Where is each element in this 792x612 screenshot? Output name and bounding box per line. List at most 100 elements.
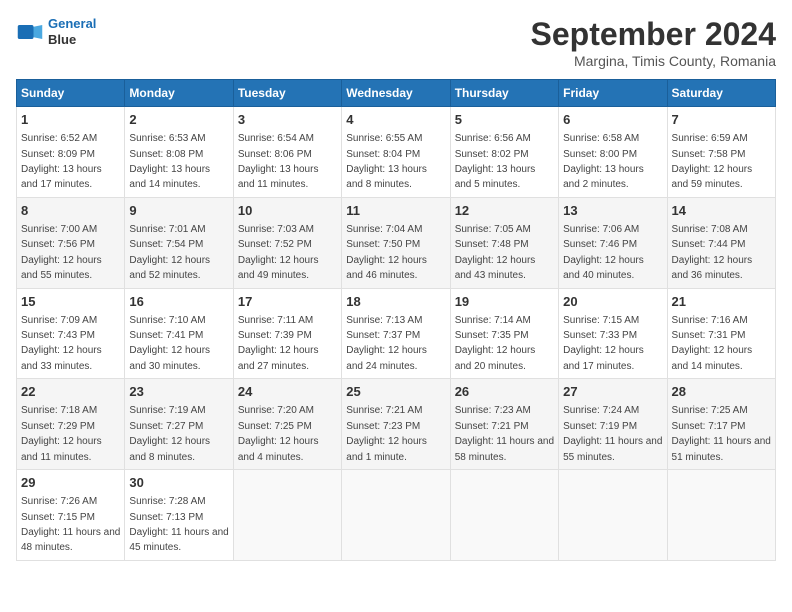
col-header-monday: Monday	[125, 80, 233, 107]
day-cell: 17 Sunrise: 7:11 AM Sunset: 7:39 PM Dayli…	[233, 288, 341, 379]
day-cell: 18 Sunrise: 7:13 AM Sunset: 7:37 PM Dayli…	[342, 288, 450, 379]
day-info: Sunrise: 7:25 AM Sunset: 7:17 PM Dayligh…	[672, 405, 771, 462]
day-info: Sunrise: 7:20 AM Sunset: 7:25 PM Dayligh…	[238, 405, 319, 462]
day-number: 22	[21, 383, 120, 401]
day-info: Sunrise: 7:18 AM Sunset: 7:29 PM Dayligh…	[21, 405, 102, 462]
day-info: Sunrise: 7:10 AM Sunset: 7:41 PM Dayligh…	[129, 315, 210, 372]
day-cell: 25 Sunrise: 7:21 AM Sunset: 7:23 PM Dayli…	[342, 379, 450, 470]
day-cell: 15Sunrise: 7:09 AM Sunset: 7:43 PM Dayli…	[17, 288, 125, 379]
page-header: General Blue September 2024 Margina, Tim…	[16, 16, 776, 69]
day-number: 27	[563, 383, 662, 401]
day-number: 14	[672, 202, 771, 220]
day-cell: 16 Sunrise: 7:10 AM Sunset: 7:41 PM Dayli…	[125, 288, 233, 379]
day-info: Sunrise: 7:04 AM Sunset: 7:50 PM Dayligh…	[346, 224, 427, 281]
day-number: 29	[21, 474, 120, 492]
day-cell: 28 Sunrise: 7:25 AM Sunset: 7:17 PM Dayli…	[667, 379, 775, 470]
day-number: 20	[563, 293, 662, 311]
day-cell: 20Sunrise: 7:15 AM Sunset: 7:33 PM Dayli…	[559, 288, 667, 379]
logo-icon	[16, 18, 44, 46]
week-row-1: 1 Sunrise: 6:52 AM Sunset: 8:09 PM Daylig…	[17, 107, 776, 198]
day-number: 3	[238, 111, 337, 129]
day-cell: 19 Sunrise: 7:14 AM Sunset: 7:35 PM Dayli…	[450, 288, 558, 379]
day-number: 12	[455, 202, 554, 220]
day-number: 19	[455, 293, 554, 311]
day-cell: 9Sunrise: 7:01 AM Sunset: 7:54 PM Daylig…	[125, 197, 233, 288]
day-info: Sunrise: 7:09 AM Sunset: 7:43 PM Dayligh…	[21, 315, 102, 372]
day-info: Sunrise: 7:01 AM Sunset: 7:54 PM Dayligh…	[129, 224, 210, 281]
day-cell: 21Sunrise: 7:16 AM Sunset: 7:31 PM Dayli…	[667, 288, 775, 379]
day-info: Sunrise: 7:19 AM Sunset: 7:27 PM Dayligh…	[129, 405, 210, 462]
day-info: Sunrise: 7:28 AM Sunset: 7:13 PM Dayligh…	[129, 496, 228, 553]
week-row-3: 15Sunrise: 7:09 AM Sunset: 7:43 PM Dayli…	[17, 288, 776, 379]
day-info: Sunrise: 7:24 AM Sunset: 7:19 PM Dayligh…	[563, 405, 662, 462]
day-cell: 1 Sunrise: 6:52 AM Sunset: 8:09 PM Daylig…	[17, 107, 125, 198]
logo-text: General Blue	[48, 16, 96, 47]
col-header-saturday: Saturday	[667, 80, 775, 107]
day-info: Sunrise: 7:03 AM Sunset: 7:52 PM Dayligh…	[238, 224, 319, 281]
week-row-5: 29 Sunrise: 7:26 AM Sunset: 7:15 PM Dayli…	[17, 470, 776, 561]
day-number: 1	[21, 111, 120, 129]
day-info: Sunrise: 7:14 AM Sunset: 7:35 PM Dayligh…	[455, 315, 536, 372]
subtitle: Margina, Timis County, Romania	[531, 53, 776, 69]
day-info: Sunrise: 7:23 AM Sunset: 7:21 PM Dayligh…	[455, 405, 554, 462]
day-number: 2	[129, 111, 228, 129]
day-number: 17	[238, 293, 337, 311]
day-cell: 29 Sunrise: 7:26 AM Sunset: 7:15 PM Dayli…	[17, 470, 125, 561]
day-info: Sunrise: 6:58 AM Sunset: 8:00 PM Dayligh…	[563, 133, 644, 190]
day-cell: 3 Sunrise: 6:54 AM Sunset: 8:06 PM Daylig…	[233, 107, 341, 198]
header-row: SundayMondayTuesdayWednesdayThursdayFrid…	[17, 80, 776, 107]
day-number: 16	[129, 293, 228, 311]
day-number: 11	[346, 202, 445, 220]
day-number: 18	[346, 293, 445, 311]
day-cell: 30 Sunrise: 7:28 AM Sunset: 7:13 PM Dayli…	[125, 470, 233, 561]
day-info: Sunrise: 7:06 AM Sunset: 7:46 PM Dayligh…	[563, 224, 644, 281]
day-number: 30	[129, 474, 228, 492]
logo: General Blue	[16, 16, 96, 47]
title-block: September 2024 Margina, Timis County, Ro…	[531, 16, 776, 69]
day-info: Sunrise: 6:53 AM Sunset: 8:08 PM Dayligh…	[129, 133, 210, 190]
day-cell: 7 Sunrise: 6:59 AM Sunset: 7:58 PM Daylig…	[667, 107, 775, 198]
col-header-wednesday: Wednesday	[342, 80, 450, 107]
day-cell: 10 Sunrise: 7:03 AM Sunset: 7:52 PM Dayli…	[233, 197, 341, 288]
week-row-2: 8Sunrise: 7:00 AM Sunset: 7:56 PM Daylig…	[17, 197, 776, 288]
day-info: Sunrise: 7:00 AM Sunset: 7:56 PM Dayligh…	[21, 224, 102, 281]
day-number: 6	[563, 111, 662, 129]
day-number: 28	[672, 383, 771, 401]
day-info: Sunrise: 7:13 AM Sunset: 7:37 PM Dayligh…	[346, 315, 427, 372]
day-cell: 11 Sunrise: 7:04 AM Sunset: 7:50 PM Dayli…	[342, 197, 450, 288]
day-cell: 22 Sunrise: 7:18 AM Sunset: 7:29 PM Dayli…	[17, 379, 125, 470]
day-cell: 26 Sunrise: 7:23 AM Sunset: 7:21 PM Dayli…	[450, 379, 558, 470]
calendar-table: SundayMondayTuesdayWednesdayThursdayFrid…	[16, 79, 776, 561]
day-number: 24	[238, 383, 337, 401]
day-cell: 2 Sunrise: 6:53 AM Sunset: 8:08 PM Daylig…	[125, 107, 233, 198]
logo-line2: Blue	[48, 32, 96, 48]
day-number: 4	[346, 111, 445, 129]
day-cell	[450, 470, 558, 561]
day-cell: 12Sunrise: 7:05 AM Sunset: 7:48 PM Dayli…	[450, 197, 558, 288]
day-number: 5	[455, 111, 554, 129]
logo-line1: General	[48, 16, 96, 31]
day-info: Sunrise: 7:11 AM Sunset: 7:39 PM Dayligh…	[238, 315, 319, 372]
day-cell: 5 Sunrise: 6:56 AM Sunset: 8:02 PM Daylig…	[450, 107, 558, 198]
col-header-tuesday: Tuesday	[233, 80, 341, 107]
day-info: Sunrise: 6:59 AM Sunset: 7:58 PM Dayligh…	[672, 133, 753, 190]
day-cell: 27 Sunrise: 7:24 AM Sunset: 7:19 PM Dayli…	[559, 379, 667, 470]
day-cell: 14 Sunrise: 7:08 AM Sunset: 7:44 PM Dayli…	[667, 197, 775, 288]
day-number: 7	[672, 111, 771, 129]
week-row-4: 22 Sunrise: 7:18 AM Sunset: 7:29 PM Dayli…	[17, 379, 776, 470]
day-info: Sunrise: 7:08 AM Sunset: 7:44 PM Dayligh…	[672, 224, 753, 281]
day-info: Sunrise: 7:26 AM Sunset: 7:15 PM Dayligh…	[21, 496, 120, 553]
day-number: 25	[346, 383, 445, 401]
day-cell: 23Sunrise: 7:19 AM Sunset: 7:27 PM Dayli…	[125, 379, 233, 470]
main-title: September 2024	[531, 16, 776, 53]
day-info: Sunrise: 6:56 AM Sunset: 8:02 PM Dayligh…	[455, 133, 536, 190]
day-cell	[667, 470, 775, 561]
day-cell: 24 Sunrise: 7:20 AM Sunset: 7:25 PM Dayli…	[233, 379, 341, 470]
day-info: Sunrise: 7:21 AM Sunset: 7:23 PM Dayligh…	[346, 405, 427, 462]
day-number: 26	[455, 383, 554, 401]
day-info: Sunrise: 6:55 AM Sunset: 8:04 PM Dayligh…	[346, 133, 427, 190]
day-number: 21	[672, 293, 771, 311]
day-info: Sunrise: 6:54 AM Sunset: 8:06 PM Dayligh…	[238, 133, 319, 190]
day-info: Sunrise: 6:52 AM Sunset: 8:09 PM Dayligh…	[21, 133, 102, 190]
day-number: 10	[238, 202, 337, 220]
